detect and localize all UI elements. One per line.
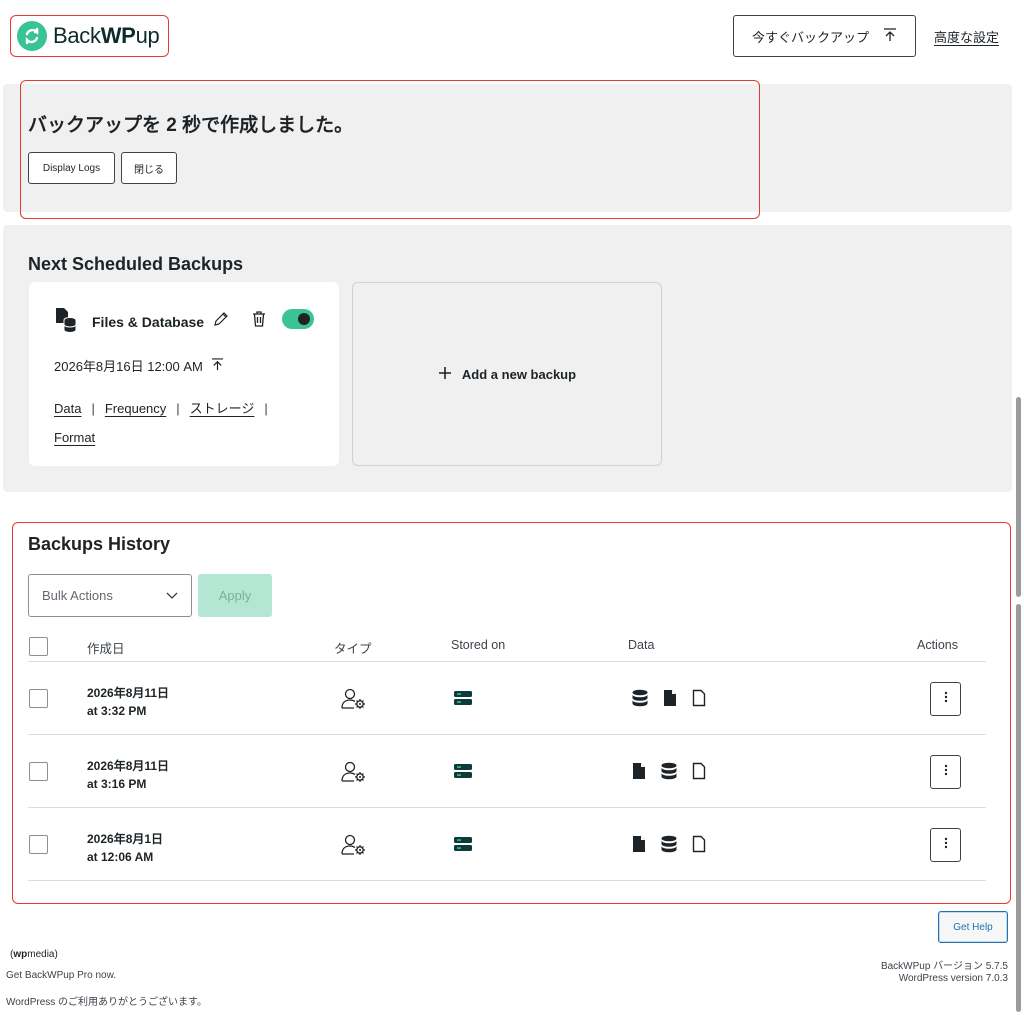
backwpup-logo[interactable]: BackWPup	[10, 15, 169, 57]
get-help-button[interactable]: Get Help	[938, 911, 1008, 943]
plugin-version: BackWPup バージョン 5.7.5	[880, 961, 1008, 972]
file-outline-icon	[691, 835, 707, 858]
wordpress-version: WordPress version 7.0.3	[898, 973, 1008, 984]
frequency-link[interactable]: Frequency	[105, 401, 166, 416]
history-title: Backups History	[28, 534, 171, 554]
row-checkbox[interactable]	[29, 835, 48, 854]
upload-icon	[883, 27, 897, 45]
col-actions: Actions	[917, 638, 958, 652]
edit-pencil-icon[interactable]	[213, 311, 229, 332]
display-logs-button[interactable]: Display Logs	[28, 152, 115, 184]
row-actions-button[interactable]	[930, 755, 961, 789]
kebab-menu-icon	[944, 836, 948, 854]
server-icon	[453, 763, 473, 784]
database-icon	[660, 762, 678, 785]
backup-now-button[interactable]: 今すぐバックアップ	[733, 15, 916, 57]
col-type: タイプ	[334, 642, 372, 656]
backup-now-label: 今すぐバックアップ	[751, 29, 869, 45]
scrollbar-thumb-lower[interactable]	[1016, 604, 1021, 1012]
close-notice-button[interactable]: 閉じる	[121, 152, 177, 184]
trash-icon[interactable]	[252, 311, 266, 332]
row-date: 2026年8月11日 at 3:32 PM	[87, 686, 170, 718]
wpmedia-logo[interactable]: (wpmedia)	[10, 949, 58, 960]
next-run-date: 2026年8月16日 12:00 AM	[54, 356, 224, 375]
user-gear-icon	[341, 761, 367, 788]
col-created: 作成日	[87, 642, 125, 656]
user-gear-icon	[341, 834, 367, 861]
data-icons	[631, 835, 707, 858]
add-backup-label: Add a new backup	[461, 366, 577, 382]
file-filled-icon	[631, 835, 647, 858]
get-pro-text[interactable]: Get BackWPup Pro now.	[6, 970, 116, 981]
row-checkbox[interactable]	[29, 762, 48, 781]
notice-highlight	[20, 80, 760, 219]
database-icon	[631, 689, 649, 712]
scheduled-job-card: Files & Database 2026年8月16日 12:00 AM Dat…	[29, 282, 339, 466]
scheduled-title: Next Scheduled Backups	[28, 254, 244, 274]
apply-button[interactable]: Apply	[198, 574, 272, 617]
chevron-down-icon	[166, 588, 178, 603]
next-run-text: 2026年8月16日 12:00 AM	[54, 359, 203, 374]
file-outline-icon	[691, 762, 707, 785]
kebab-menu-icon	[944, 690, 948, 708]
col-stored-on: Stored on	[451, 638, 506, 652]
row-date: 2026年8月1日 at 12:06 AM	[87, 832, 164, 864]
table-row: 2026年8月11日 at 3:32 PM	[28, 662, 986, 735]
table-header: 作成日 タイプ Stored on Data Actions	[28, 630, 986, 662]
plus-icon	[438, 366, 452, 383]
storage-link[interactable]: ストレージ	[190, 401, 255, 416]
backups-table: 作成日 タイプ Stored on Data Actions 2026年8月11…	[28, 630, 986, 881]
table-row: 2026年8月1日 at 12:06 AM	[28, 808, 986, 881]
file-filled-icon	[662, 689, 678, 712]
database-icon	[660, 835, 678, 858]
col-data: Data	[628, 638, 655, 652]
job-name: Files & Database	[92, 314, 205, 330]
advanced-settings-link[interactable]: 高度な設定	[934, 27, 999, 46]
data-icons	[631, 689, 707, 712]
backup-complete-message: バックアップを 2 秒で作成しました。	[28, 115, 354, 136]
wordpress-thanks: WordPress のご利用ありがとうございます。	[6, 997, 208, 1008]
table-row: 2026年8月11日 at 3:16 PM	[28, 735, 986, 808]
scrollbar-thumb-upper[interactable]	[1016, 397, 1021, 597]
row-actions-button[interactable]	[930, 828, 961, 862]
row-date: 2026年8月11日 at 3:16 PM	[87, 759, 170, 791]
select-all-checkbox[interactable]	[29, 637, 48, 656]
job-settings-links: Data | Frequency | ストレージ | Format	[54, 401, 268, 445]
bulk-actions-select[interactable]: Bulk Actions	[28, 574, 192, 617]
data-link[interactable]: Data	[54, 401, 81, 416]
logo-text: BackWPup	[53, 23, 160, 48]
data-icons	[631, 762, 707, 785]
logo-sync-icon	[17, 21, 47, 51]
file-filled-icon	[631, 762, 647, 785]
bulk-actions-value: Bulk Actions	[42, 588, 113, 603]
add-backup-card[interactable]: Add a new backup	[352, 282, 662, 466]
format-link[interactable]: Format	[54, 430, 95, 445]
user-gear-icon	[341, 688, 367, 715]
row-checkbox[interactable]	[29, 689, 48, 708]
files-database-icon	[54, 307, 78, 338]
kebab-menu-icon	[944, 763, 948, 781]
file-outline-icon	[691, 689, 707, 712]
job-enabled-toggle[interactable]	[282, 309, 314, 329]
server-icon	[453, 690, 473, 711]
header: BackWPup 今すぐバックアップ 高度な設定	[0, 0, 1024, 78]
row-actions-button[interactable]	[930, 682, 961, 716]
run-now-icon[interactable]	[211, 357, 224, 374]
server-icon	[453, 836, 473, 857]
toggle-knob	[298, 313, 310, 325]
